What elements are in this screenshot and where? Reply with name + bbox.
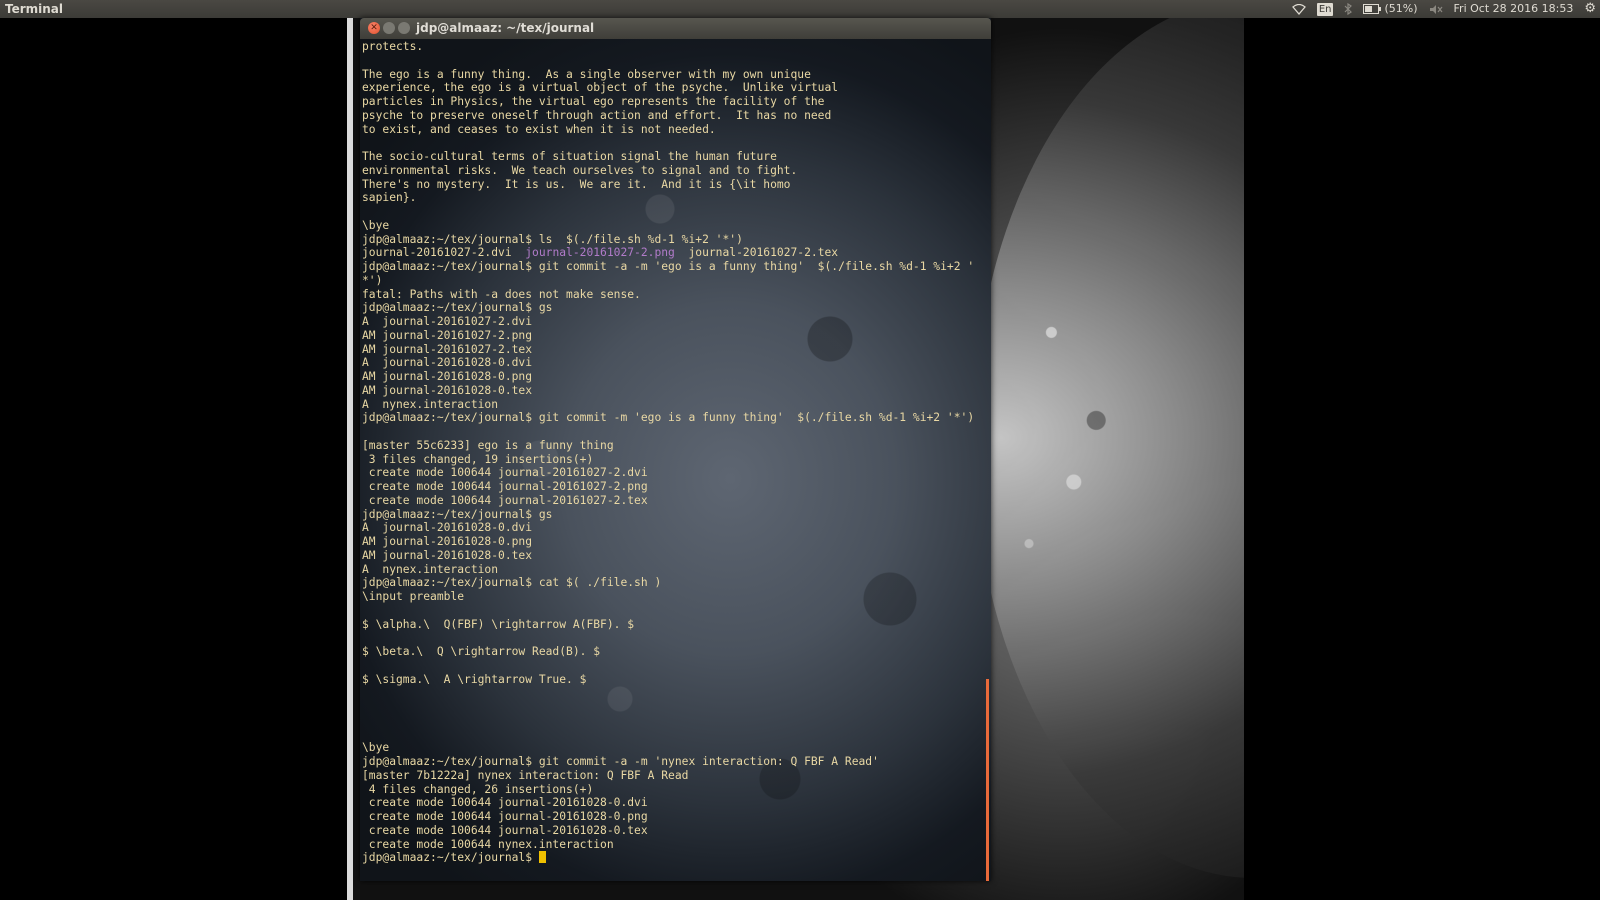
scrollbar[interactable] (986, 679, 989, 881)
minimize-button[interactable] (383, 22, 395, 34)
terminal-line: jdp@almaaz:~/tex/journal$ gs (362, 507, 553, 521)
terminal-prompt-line[interactable]: jdp@almaaz:~/tex/journal$ (362, 851, 974, 865)
battery-icon (1363, 4, 1382, 14)
keyboard-layout-indicator[interactable]: En (1316, 2, 1334, 16)
prompt: jdp@almaaz:~/tex/journal$ (362, 851, 539, 865)
terminal-line: The ego is a funny thing. As a single ob… (362, 67, 811, 81)
terminal-line: 3 files changed, 19 insertions(+) (362, 452, 594, 466)
terminal-line: create mode 100644 journal-20161027-2.pn… (362, 480, 648, 493)
terminal-line: The socio-cultural terms of situation si… (362, 150, 777, 163)
terminal-line: create mode 100644 journal-20161027-2.te… (362, 493, 648, 507)
battery-indicator[interactable]: (51%) (1363, 0, 1418, 18)
battery-percent: (51%) (1384, 2, 1418, 15)
terminal-line: jdp@almaaz:~/tex/journal$ ls $(./file.sh… (362, 232, 743, 246)
terminal-line: \input preamble (362, 590, 465, 603)
volume-muted-icon[interactable] (1429, 4, 1443, 15)
terminal-line: $ \sigma.\ A \rightarrow True. $ (362, 672, 587, 686)
terminal-line: [master 7b1222a] nynex interaction: Q FB… (362, 768, 689, 782)
terminal-line: AM journal-20161028-0.png (362, 370, 533, 383)
terminal-line: create mode 100644 journal-20161028-0.te… (362, 823, 648, 837)
terminal-line: create mode 100644 nynex.interaction (362, 837, 614, 851)
terminal-window[interactable]: ✕ jdp@almaaz: ~/tex/journal protects. The… (360, 18, 991, 881)
indicator-area: En (51%) Fri Oct 28 2016 18:53 ⚙ (1291, 0, 1596, 18)
title-bar[interactable]: ✕ jdp@almaaz: ~/tex/journal (360, 18, 991, 39)
terminal-line: protects. (362, 40, 424, 53)
terminal-body[interactable]: protects. The ego is a funny thing. As a … (360, 39, 991, 881)
terminal-line: jdp@almaaz:~/tex/journal$ git commit -a … (362, 755, 879, 768)
terminal-output[interactable]: protects. The ego is a funny thing. As a … (362, 40, 974, 865)
maximize-button[interactable] (398, 22, 410, 34)
ls-output-file-highlighted: journal-20161027-2.png (525, 246, 675, 260)
terminal-line: 4 files changed, 26 insertions(+) (362, 782, 594, 796)
terminal-line: create mode 100644 journal-20161028-0.pn… (362, 810, 648, 823)
terminal-line: jdp@almaaz:~/tex/journal$ git commit -a … (362, 260, 975, 273)
terminal-line: particles in Physics, the virtual ego re… (362, 95, 825, 108)
terminal-line: \bye (362, 218, 390, 232)
terminal-line: experience, the ego is a virtual object … (362, 81, 839, 95)
terminal-line: to exist, and ceases to exist when it is… (362, 122, 716, 136)
terminal-line: \bye (362, 741, 390, 755)
bluetooth-icon[interactable] (1344, 3, 1353, 15)
terminal-line: jdp@almaaz:~/tex/journal$ gs (362, 301, 553, 315)
terminal-line: $ \beta.\ Q \rightarrow Read(B). $ (362, 645, 601, 658)
terminal-line: create mode 100644 journal-20161027-2.dv… (362, 466, 648, 480)
terminal-line: $ \alpha.\ Q(FBF) \rightarrow A(FBF). $ (362, 617, 635, 631)
terminal-line: [master 55c6233] ego is a funny thing (362, 438, 614, 452)
text-cursor (538, 851, 546, 864)
clock[interactable]: Fri Oct 28 2016 18:53 (1454, 0, 1574, 18)
terminal-line: jdp@almaaz:~/tex/journal$ cat $( ./file.… (362, 576, 662, 590)
terminal-line: sapien}. (362, 191, 417, 205)
terminal-line: There's no mystery. It is us. We are it.… (362, 177, 791, 191)
terminal-line: A nynex.interaction (362, 562, 499, 576)
terminal-line: AM journal-20161028-0.png (362, 535, 533, 548)
close-button[interactable]: ✕ (368, 22, 380, 34)
terminal-line: A journal-20161028-0.dvi (362, 521, 533, 535)
settings-gear-icon[interactable]: ⚙ (1584, 0, 1596, 18)
app-name[interactable]: Terminal (5, 0, 63, 18)
terminal-line: AM journal-20161028-0.tex (362, 383, 533, 397)
terminal-line: environmental risks. We teach ourselves … (362, 163, 798, 177)
terminal-line: AM journal-20161028-0.tex (362, 548, 533, 562)
top-panel: Terminal En (51%) Fri Oct 28 2016 18:53 … (0, 0, 1600, 18)
terminal-line: psyche to preserve oneself through actio… (362, 108, 832, 122)
window-title: jdp@almaaz: ~/tex/journal (416, 21, 595, 35)
terminal-line: create mode 100644 journal-20161028-0.dv… (362, 796, 648, 810)
terminal-line: A nynex.interaction (362, 397, 499, 411)
terminal-line: jdp@almaaz:~/tex/journal$ git commit -m … (362, 411, 975, 425)
ls-output-file: journal-20161027-2.tex (674, 246, 839, 260)
terminal-line: *') (362, 273, 383, 287)
ls-output-file: journal-20161027-2.dvi (362, 246, 526, 260)
wifi-icon[interactable] (1291, 3, 1306, 15)
terminal-line: journal-20161027-2.dvi journal-20161027-… (362, 246, 974, 260)
terminal-line: AM journal-20161027-2.tex (362, 342, 533, 356)
moon-image (973, 18, 1244, 878)
terminal-line: fatal: Paths with -a does not make sense… (362, 287, 641, 301)
terminal-line: A journal-20161027-2.dvi (362, 315, 533, 328)
terminal-line: AM journal-20161027-2.png (362, 328, 533, 342)
terminal-line: A journal-20161028-0.dvi (362, 356, 533, 370)
